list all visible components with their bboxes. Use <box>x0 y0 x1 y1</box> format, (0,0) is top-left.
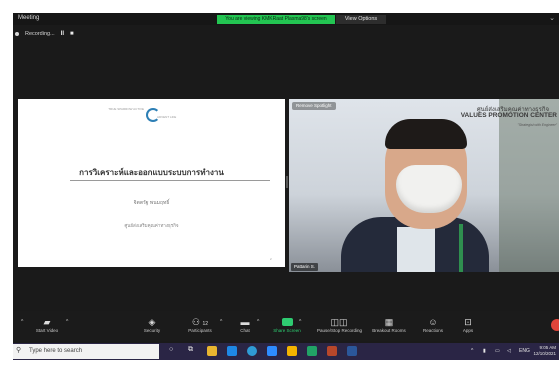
chat-bubble-icon: ▬ <box>240 317 250 327</box>
pause-stop-recording-label: Pause/Stop Recording <box>317 328 363 333</box>
tray-language[interactable]: ENG <box>519 348 530 354</box>
recording-dot-icon <box>15 32 19 36</box>
speaker-shirt <box>397 227 435 272</box>
view-options-button[interactable]: View Options <box>336 15 386 24</box>
participants-icon: ⚇ 12 <box>191 317 209 327</box>
slide-author: จิตตรัฐ พนมฤทธิ์ <box>133 200 170 206</box>
edge-icon[interactable] <box>247 346 257 356</box>
pause-stop-icon: ◫◫ <box>330 317 348 327</box>
chat-chevron-icon[interactable]: ^ <box>257 319 259 325</box>
breakout-rooms-icon: ▦ <box>384 317 394 327</box>
window-controls[interactable]: ⌄ <box>549 14 555 22</box>
meeting-toolbar: ▰ Start Video ^ ^ ◈ Security ⚇ 12 Partic… <box>13 311 559 341</box>
share-screen-button[interactable]: Share Screen <box>265 316 309 333</box>
speaker-video: ศูนย์ส่งเสริมคุณค่าทางธุรกิจ VALUES PROM… <box>289 99 559 272</box>
video-options-chevron-icon[interactable]: ^ <box>66 319 68 325</box>
apps-button[interactable]: ⊡ Apps <box>446 316 490 333</box>
chat-label: Chat <box>240 328 250 333</box>
tray-up-arrow-icon[interactable]: ^ <box>471 348 473 354</box>
speaker-face-mask <box>396 165 462 213</box>
shared-slide: TRUE SPARROW ACTIVE ADVENT LIFE การวิเคร… <box>18 99 285 267</box>
start-video-label: Start Video <box>35 328 59 333</box>
speaker-hair <box>385 119 467 149</box>
windows-taskbar: ⚲ Type here to search ○ ⧉ ^ ▮ ▭ ◁ ENG 9:… <box>13 343 559 360</box>
apps-icon: ⊡ <box>464 317 472 327</box>
security-label: Security <box>143 328 161 333</box>
recording-label: Recording... <box>25 31 55 37</box>
zoom-meeting-screen: Meeting You are viewing KMKRaat Plasma98… <box>13 13 559 360</box>
backdrop-org-english: VALUES PROMOTION CENTER <box>460 112 557 119</box>
file-explorer-icon[interactable] <box>207 346 217 356</box>
files-icon[interactable] <box>287 346 297 356</box>
recording-indicator: Recording... II ■ <box>15 29 74 39</box>
participant-name-tag: Pattarin S. <box>291 263 319 271</box>
start-video-button[interactable]: ▰ Start Video <box>25 316 69 333</box>
shield-icon: ◈ <box>148 317 156 327</box>
taskbar-search-box[interactable]: ⚲ Type here to search <box>13 344 159 359</box>
slide-logo-left: TRUE SPARROW ACTIVE <box>108 107 144 111</box>
participants-count: 12 <box>202 321 209 327</box>
zoom-app-icon[interactable] <box>267 346 277 356</box>
volume-icon[interactable]: ◁ <box>507 348 511 354</box>
word-icon[interactable] <box>347 346 357 356</box>
spreadsheet-icon[interactable] <box>307 346 317 356</box>
slide-organization: ศูนย์ส่งเสริมคุณค่าทางธุรกิจ <box>124 223 179 228</box>
remove-spotlight-button[interactable]: Remove Spotlight <box>292 102 336 110</box>
task-view-icon[interactable]: ⧉ <box>188 346 193 354</box>
split-view-handle[interactable] <box>286 176 288 188</box>
end-meeting-icon[interactable] <box>551 319 559 331</box>
mail-icon[interactable] <box>227 346 237 356</box>
viewing-screen-banner: You are viewing KMKRaat Plasma98's scree… <box>217 15 335 24</box>
network-icon[interactable]: ▮ <box>483 348 486 354</box>
participants-button[interactable]: ⚇ 12 Participants <box>178 316 222 333</box>
chat-button[interactable]: ▬ Chat <box>223 316 267 333</box>
share-screen-label: Share Screen <box>273 328 301 333</box>
slide-divider <box>70 180 270 181</box>
clock-date: 12/10/2021 <box>533 351 556 356</box>
backdrop-tagline: "Strategist with Engineer" <box>517 123 557 127</box>
search-icon: ⚲ <box>16 347 22 354</box>
pause-stop-recording-button[interactable]: ◫◫ Pause/Stop Recording <box>317 316 363 333</box>
participants-chevron-icon[interactable]: ^ <box>220 319 222 325</box>
breakout-rooms-label: Breakout Rooms <box>372 328 406 333</box>
video-off-icon: ▰ <box>43 317 51 327</box>
pause-recording-button[interactable]: II <box>61 31 64 37</box>
share-screen-icon <box>281 318 293 326</box>
audio-options-chevron-icon[interactable]: ^ <box>21 319 23 325</box>
slide-logo-right: ADVENT LIFE <box>157 115 177 119</box>
share-chevron-icon[interactable]: ^ <box>299 319 301 325</box>
window-title-bar: Meeting You are viewing KMKRaat Plasma98… <box>13 13 559 25</box>
stop-recording-button[interactable]: ■ <box>70 31 74 37</box>
participants-label: Participants <box>188 328 212 333</box>
window-title: Meeting <box>18 15 40 21</box>
security-button[interactable]: ◈ Security <box>130 316 174 333</box>
speaker-lanyard <box>459 224 463 272</box>
breakout-rooms-button[interactable]: ▦ Breakout Rooms <box>367 316 411 333</box>
slide-page-number: 2 <box>270 257 272 261</box>
battery-icon[interactable]: ▭ <box>495 348 500 354</box>
cortana-icon[interactable]: ○ <box>169 346 173 353</box>
taskbar-clock[interactable]: 9:05 AM 12/10/2021 <box>533 345 556 357</box>
slide-title: การวิเคราะห์และออกแบบระบบการทำงาน <box>79 168 224 177</box>
presentation-icon[interactable] <box>327 346 337 356</box>
apps-label: Apps <box>462 328 474 333</box>
search-placeholder: Type here to search <box>29 348 83 354</box>
